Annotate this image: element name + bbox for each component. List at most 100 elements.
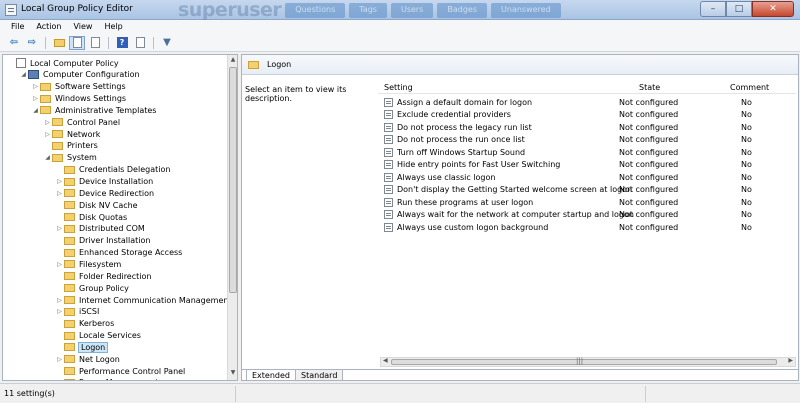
tree-item[interactable]: ▷ Device Installation <box>55 176 154 188</box>
tree-item[interactable]: ▷ Windows Settings <box>31 93 127 105</box>
view-tabs: Extended Standard <box>242 369 798 381</box>
tree-item[interactable]: Driver Installation <box>55 235 151 247</box>
tree-item[interactable]: Disk Quotas <box>55 211 128 223</box>
tree-item[interactable]: ▷ Internet Communication Management <box>55 294 233 306</box>
arrow-right-icon: ⇨ <box>27 37 37 48</box>
tree-item[interactable]: Folder Redirection <box>55 270 152 282</box>
scroll-grip-icon: ||| <box>576 357 584 365</box>
setting-row[interactable]: Always use custom logon background Not co… <box>378 222 796 234</box>
setting-row[interactable]: Don't display the Getting Started welcom… <box>378 184 796 196</box>
column-header-state[interactable]: State <box>639 83 660 92</box>
scroll-thumb[interactable] <box>229 67 237 293</box>
tree-item[interactable]: Printers <box>43 140 99 152</box>
tree-item[interactable]: ▷ Distributed COM <box>55 223 146 235</box>
cell-setting: Do not process the run once list <box>397 135 525 145</box>
cell-state: Not configured <box>619 122 679 132</box>
expand-arrow-icon[interactable]: ▷ <box>55 356 64 363</box>
expand-arrow-icon[interactable]: ▷ <box>43 119 52 126</box>
close-button[interactable]: ✕ <box>752 1 794 17</box>
tree-item[interactable]: ▷ Filesystem <box>55 258 122 270</box>
menu-help[interactable]: Help <box>98 20 128 34</box>
collapse-arrow-icon[interactable]: ◢ <box>43 154 52 161</box>
folder-icon <box>248 60 259 69</box>
tree-item[interactable]: Enhanced Storage Access <box>55 247 183 259</box>
scroll-up-arrow-icon[interactable]: ▲ <box>228 56 237 66</box>
tree-item[interactable]: ▷ Software Settings <box>31 81 127 93</box>
up-one-level-button[interactable] <box>51 36 67 50</box>
console-tree[interactable]: Local Computer Policy ◢ Computer Configura… <box>2 54 238 381</box>
tree-item[interactable]: ▷ Control Panel <box>43 116 121 128</box>
toolbar: ⇦ ⇨ ? ▼ <box>0 34 800 52</box>
menu-view[interactable]: View <box>67 20 98 34</box>
tree-item[interactable]: Group Policy <box>55 282 130 294</box>
menu-action[interactable]: Action <box>30 20 67 34</box>
expand-arrow-icon[interactable]: ▷ <box>31 83 40 90</box>
expand-arrow-icon[interactable]: ▷ <box>55 178 64 185</box>
tab-extended[interactable]: Extended <box>246 370 296 381</box>
cell-setting: Run these programs at user logon <box>397 197 534 207</box>
setting-row[interactable]: Assign a default domain for logon Not con… <box>378 97 796 109</box>
setting-row[interactable]: Run these programs at user logon Not conf… <box>378 197 796 209</box>
setting-row[interactable]: Always use classic logon Not configured No <box>378 172 796 184</box>
filter-button[interactable]: ▼ <box>159 36 175 50</box>
expand-arrow-icon[interactable]: ▷ <box>55 261 64 268</box>
expand-arrow-icon[interactable]: ▷ <box>43 131 52 138</box>
setting-row[interactable]: Turn off Windows Startup Sound Not config… <box>378 147 796 159</box>
collapse-arrow-icon[interactable]: ◢ <box>31 107 40 114</box>
maximize-button[interactable]: □ <box>726 1 752 17</box>
tree-item-label: Windows Settings <box>55 94 127 104</box>
tree-item[interactable]: Credentials Delegation <box>55 164 171 176</box>
menu-file[interactable]: File <box>5 20 30 34</box>
list-horizontal-scrollbar[interactable]: ◀ ||| ▶ <box>380 357 796 367</box>
scroll-right-arrow-icon[interactable]: ▶ <box>788 357 793 364</box>
setting-row[interactable]: Do not process the run once list Not conf… <box>378 134 796 146</box>
cell-comment: No <box>741 160 752 170</box>
tree-item[interactable]: ◢ Computer Configuration <box>19 69 141 81</box>
tree-item[interactable]: ▷ Net Logon <box>55 353 121 365</box>
expand-arrow-icon[interactable]: ▷ <box>31 95 40 102</box>
expand-arrow-icon[interactable]: ▷ <box>55 225 64 232</box>
tree-item-label: Group Policy <box>79 283 129 293</box>
tree-item[interactable]: Performance Control Panel <box>55 365 186 377</box>
scroll-down-arrow-icon[interactable]: ▼ <box>228 369 237 379</box>
folder-icon <box>64 331 75 340</box>
arrow-left-icon: ⇦ <box>9 37 19 48</box>
tree-item[interactable]: ◢ System <box>43 152 98 164</box>
cell-comment: No <box>741 222 752 232</box>
tree-item[interactable]: Logon <box>55 341 109 353</box>
tree-item-label: Locale Services <box>79 331 141 341</box>
tree-item-label: Disk NV Cache <box>79 200 138 210</box>
minimize-button[interactable]: – <box>700 1 726 17</box>
show-hide-tree-button[interactable] <box>69 35 85 50</box>
tab-standard[interactable]: Standard <box>295 370 344 381</box>
help-button[interactable]: ? <box>114 36 130 50</box>
setting-row[interactable]: Exclude credential providers Not configur… <box>378 109 796 121</box>
tree-item[interactable]: ▷ Network <box>43 128 101 140</box>
tree-item[interactable]: Disk NV Cache <box>55 199 139 211</box>
column-header-comment[interactable]: Comment <box>730 83 769 92</box>
toolbar-separator <box>108 36 109 49</box>
scroll-thumb[interactable] <box>391 359 777 365</box>
expand-arrow-icon[interactable]: ▷ <box>55 379 64 380</box>
properties-button[interactable] <box>132 36 148 50</box>
tree-item[interactable]: Local Computer Policy <box>7 57 120 69</box>
setting-row[interactable]: Always wait for the network at computer … <box>378 209 796 221</box>
expand-arrow-icon[interactable]: ▷ <box>55 297 64 304</box>
setting-row[interactable]: Hide entry points for Fast User Switchin… <box>378 159 796 171</box>
back-button[interactable]: ⇦ <box>6 36 22 50</box>
tree-item[interactable]: ▷ iSCSI <box>55 306 100 318</box>
tree-vertical-scrollbar[interactable]: ▲ ▼ <box>227 55 237 380</box>
tree-item[interactable]: ▷ Device Redirection <box>55 187 155 199</box>
export-list-button[interactable] <box>87 36 103 50</box>
setting-row[interactable]: Do not process the legacy run list Not co… <box>378 122 796 134</box>
column-header-setting[interactable]: Setting <box>384 83 413 92</box>
tree-item[interactable]: Kerberos <box>55 318 115 330</box>
expand-arrow-icon[interactable]: ▷ <box>55 308 64 315</box>
expand-arrow-icon[interactable]: ▷ <box>55 190 64 197</box>
collapse-arrow-icon[interactable]: ◢ <box>19 71 28 78</box>
tree-item[interactable]: ◢ Administrative Templates <box>31 104 157 116</box>
forward-button[interactable]: ⇨ <box>24 36 40 50</box>
tree-item[interactable]: Locale Services <box>55 330 142 342</box>
scroll-left-arrow-icon[interactable]: ◀ <box>383 357 388 364</box>
tree-item[interactable]: ▷ Power Management <box>55 377 159 380</box>
